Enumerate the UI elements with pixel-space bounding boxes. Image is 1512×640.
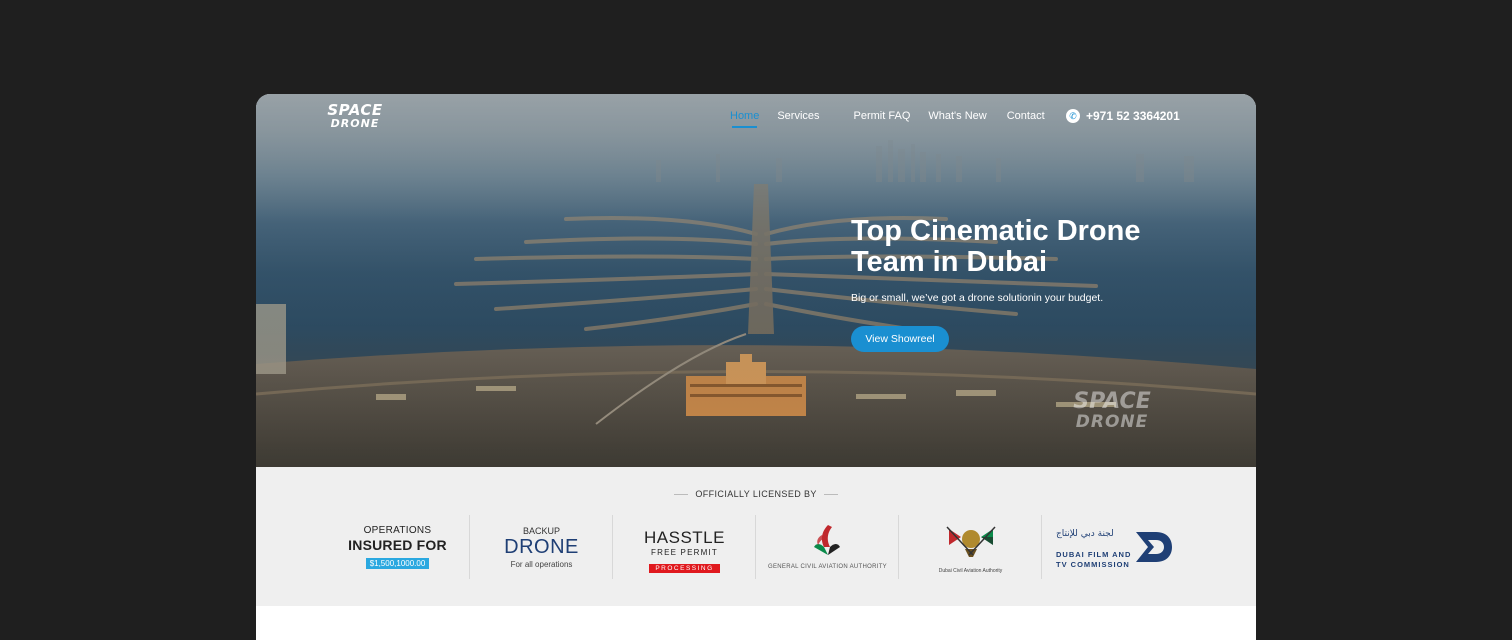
hasstle-processing-badge: PROCESSING	[649, 564, 720, 573]
watermark-line2: DRONE	[1075, 412, 1149, 432]
main-nav: Home Services Permit FAQ What's New Cont…	[730, 110, 1045, 128]
insured-line1: OPERATIONS	[363, 525, 432, 536]
top-navbar: SPACE DRONE Home Services Permit FAQ Wha…	[256, 94, 1256, 144]
hero-watermark-logo: SPACE DRONE	[1062, 389, 1162, 433]
dubai-film-caption: DUBAI FILM AND TV COMMISSION	[1056, 550, 1131, 570]
hero-subtitle: Big or small, we’ve got a drone solution…	[851, 292, 1104, 304]
gcaa-caption: GENERAL CIVIL AVIATION AUTHORITY	[768, 564, 887, 570]
brand-logo-line1: SPACE	[327, 101, 383, 119]
insured-amount-badge: $1,500,1000.00	[365, 558, 430, 569]
website-frame: SPACE DRONE Home Services Permit FAQ Wha…	[256, 94, 1256, 640]
logo-hasstle-free: HASSTLE FREE PERMIT PROCESSING	[613, 515, 756, 579]
nav-contact[interactable]: Contact	[1007, 110, 1045, 128]
dcaa-caption: Dubai Civil Aviation Authority	[938, 568, 1003, 574]
licensed-title-text: OFFICIALLY LICENSED BY	[695, 489, 817, 499]
phone-icon: ✆	[1066, 109, 1080, 123]
nav-services[interactable]: Services	[777, 110, 819, 128]
backup-line1: BACKUP	[522, 526, 560, 536]
dubai-film-line2: TV COMMISSION	[1056, 560, 1130, 569]
brand-logo-line2: DRONE	[330, 117, 380, 130]
backup-line2: DRONE	[504, 536, 579, 558]
dubai-film-line1: DUBAI FILM AND	[1056, 550, 1132, 559]
hasstle-line1: HASSTLE	[644, 528, 725, 547]
phone-link[interactable]: ✆ +971 52 3364201	[1066, 109, 1180, 123]
nav-permit-faq[interactable]: Permit FAQ	[854, 110, 911, 128]
dubai-film-d-icon	[1136, 532, 1172, 562]
hasstle-line2: FREE PERMIT	[651, 548, 718, 557]
watermark-line1: SPACE	[1073, 389, 1151, 414]
insured-line2: INSURED FOR	[348, 537, 447, 553]
brand-logo[interactable]: SPACE DRONE	[320, 103, 390, 131]
logo-gcaa: GENERAL CIVIL AVIATION AUTHORITY	[756, 515, 899, 579]
nav-whats-new[interactable]: What's New	[928, 110, 986, 128]
licensed-title: OFFICIALLY LICENSED BY	[256, 489, 1256, 499]
logo-dcaa: Dubai Civil Aviation Authority	[899, 515, 1042, 579]
dcaa-emblem-icon	[945, 526, 996, 557]
title-rule-left	[674, 494, 689, 496]
gcaa-falcon-icon	[813, 525, 840, 555]
backup-line3: For all operations	[510, 560, 573, 569]
logo-dubai-film: لجنة دبي للإنتاج DUBAI FILM AND TV COMMI…	[1042, 515, 1185, 579]
hero-text-block: Top Cinematic Drone Team in Dubai Big or…	[851, 215, 1211, 305]
page-content-start	[256, 606, 1256, 640]
title-rule-right	[823, 494, 838, 496]
phone-number: +971 52 3364201	[1086, 109, 1180, 123]
dubai-film-arabic-mark: لجنة دبي للإنتاج	[1056, 529, 1114, 539]
nav-home[interactable]: Home	[730, 110, 759, 128]
license-logos-row: OPERATIONS INSURED FOR $1,500,1000.00 BA…	[326, 515, 1186, 579]
view-showreel-button[interactable]: View Showreel	[851, 326, 949, 352]
hero-section: SPACE DRONE Home Services Permit FAQ Wha…	[256, 94, 1256, 467]
hero-title: Top Cinematic Drone Team in Dubai	[851, 215, 1141, 278]
logo-insured: OPERATIONS INSURED FOR $1,500,1000.00	[326, 515, 469, 579]
logo-backup-drone: BACKUP DRONE For all operations	[470, 515, 613, 579]
licensed-by-section: OFFICIALLY LICENSED BY OPERATIONS INSURE…	[256, 467, 1256, 606]
